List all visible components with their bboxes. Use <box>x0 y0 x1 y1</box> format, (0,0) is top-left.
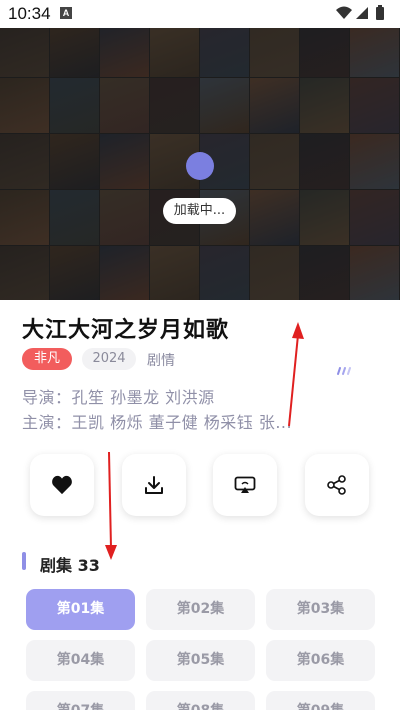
status-time: 10:34 <box>8 4 51 23</box>
download-button[interactable] <box>122 454 186 516</box>
episode-button-02[interactable]: 第02集 <box>146 589 255 630</box>
banner-collage: 加载中... <box>0 28 400 300</box>
section-accent-bar <box>22 552 26 570</box>
wifi-icon <box>336 6 352 19</box>
mini-loading-icon <box>337 367 351 375</box>
status-bar: 10:34 A <box>0 0 400 28</box>
cast-button[interactable] <box>213 454 277 516</box>
director-line: 导演：孔笙 孙墨龙 刘洪源 <box>22 388 215 407</box>
episode-button-06[interactable]: 第06集 <box>266 640 375 681</box>
genre-tag: 剧情 <box>147 353 175 369</box>
battery-icon <box>376 5 384 20</box>
movie-title: 大江大河之岁月如歌 <box>22 318 230 343</box>
favorite-button[interactable] <box>30 454 94 516</box>
annotation-arrow-down <box>105 451 117 560</box>
share-icon <box>327 475 346 495</box>
year-tag: 2024 <box>82 348 136 370</box>
episode-button-05[interactable]: 第05集 <box>146 640 255 681</box>
signal-icon <box>356 7 368 19</box>
episode-button-09[interactable]: 第09集 <box>266 691 375 710</box>
episode-button-07[interactable]: 第07集 <box>26 691 135 710</box>
episode-button-08[interactable]: 第08集 <box>146 691 255 710</box>
source-badge: 非凡 <box>22 348 72 370</box>
notification-icon: A <box>60 7 72 19</box>
episode-button-01[interactable]: 第01集 <box>26 589 135 630</box>
cast-line: 主演：王凯 杨烁 董子健 杨采钰 张... <box>22 413 293 432</box>
download-icon <box>145 476 163 494</box>
loading-toast: 加载中... <box>163 198 236 224</box>
status-icons <box>336 5 384 20</box>
episode-button-04[interactable]: 第04集 <box>26 640 135 681</box>
share-button[interactable] <box>305 454 369 516</box>
episodes-heading: 剧集 33 <box>40 556 100 575</box>
cast-icon <box>234 476 256 493</box>
loading-spinner <box>186 152 214 180</box>
heart-icon <box>52 475 72 495</box>
episode-button-03[interactable]: 第03集 <box>266 589 375 630</box>
